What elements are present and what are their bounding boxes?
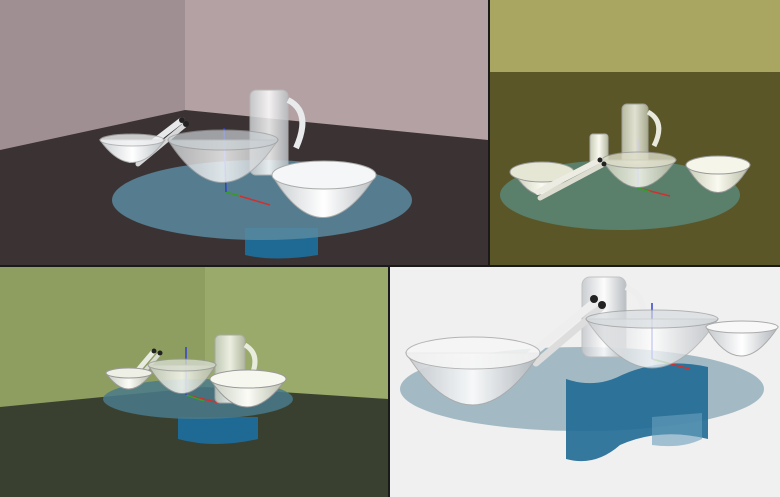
viewport-divider-horizontal[interactable]: [0, 265, 780, 267]
table-base: [178, 417, 258, 444]
viewport-perspective-3[interactable]: [0, 267, 388, 497]
viewport-divider-vertical[interactable]: [488, 0, 490, 265]
scene-render-3: [0, 267, 388, 497]
scene-render-1: [0, 0, 488, 265]
back-wall: [490, 0, 780, 72]
scene-render-4: [390, 267, 780, 497]
viewport-perspective-4[interactable]: [390, 267, 780, 497]
quad-viewport-grid: [0, 0, 780, 497]
scene-render-2: [490, 0, 780, 265]
viewport-perspective-2[interactable]: [490, 0, 780, 265]
viewport-perspective-1[interactable]: [0, 0, 488, 265]
viewport-divider-vertical-lower[interactable]: [388, 267, 390, 497]
